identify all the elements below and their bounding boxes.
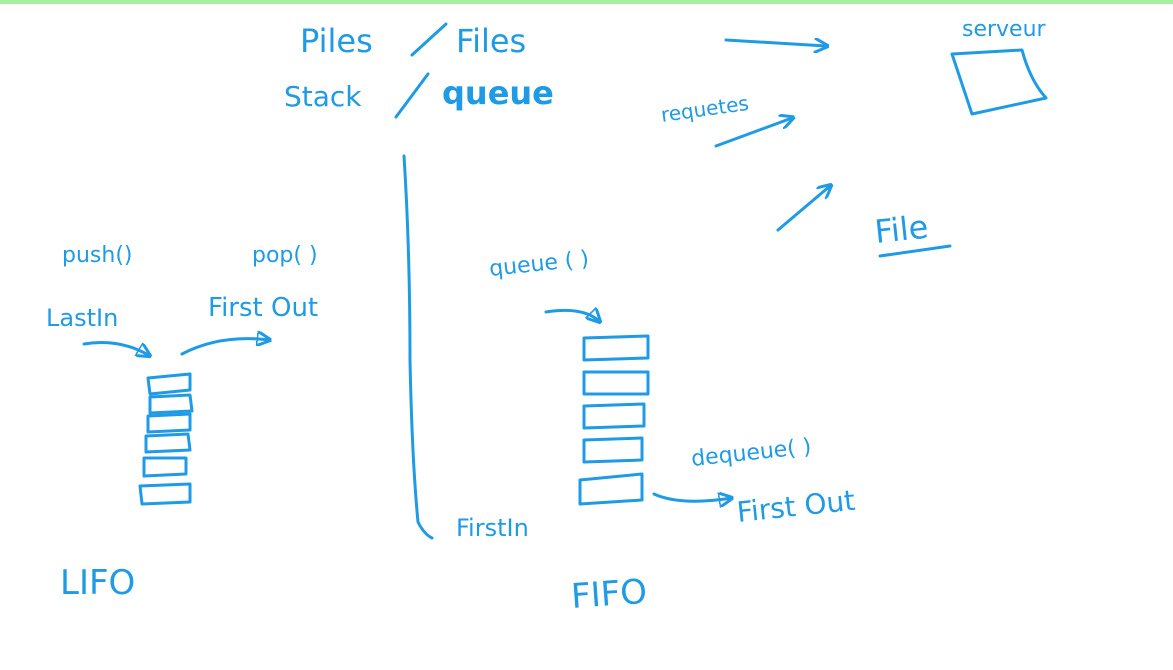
fifo-first-in-label: FirstIn xyxy=(456,514,529,542)
fifo-stack-slot xyxy=(582,436,644,464)
divider-line xyxy=(402,154,434,540)
fifo-dequeue-arrow xyxy=(652,494,732,501)
lifo-pop-label: pop( ) xyxy=(252,243,318,268)
fifo-queue-arrow xyxy=(544,310,600,322)
fifo-stack-slot xyxy=(582,370,650,396)
lifo-stack-slot xyxy=(146,412,192,434)
fifo-queue-label: queue ( ) xyxy=(488,247,590,282)
lifo-title: LIFO xyxy=(60,563,135,603)
lifo-stack-slot xyxy=(146,372,192,396)
arrow-to-server xyxy=(724,40,826,46)
lifo-push-label: push() xyxy=(62,243,132,268)
lifo-stack-slot xyxy=(148,393,194,415)
fifo-title: FIFO xyxy=(570,572,649,617)
lifo-stack-slot xyxy=(144,432,192,454)
title-stack: Stack xyxy=(284,80,362,113)
fifo-stack-slot xyxy=(578,472,644,506)
whiteboard-canvas: Piles Files Stack queue serveur requetes… xyxy=(46,17,1048,617)
requests-arrow xyxy=(714,118,792,148)
server-label: serveur xyxy=(962,17,1047,42)
server-box xyxy=(950,48,1048,116)
lifo-push-arrow xyxy=(82,341,150,357)
lifo-stack-slot xyxy=(142,456,188,478)
file-label: File xyxy=(873,208,930,251)
fifo-stack-slot xyxy=(582,334,650,362)
fifo-first-out-label: First Out xyxy=(735,484,856,529)
lifo-stack xyxy=(138,372,194,506)
fifo-stack-slot xyxy=(582,402,646,430)
title-piles: Piles xyxy=(300,22,373,60)
fifo-stack xyxy=(578,334,650,506)
title-slash-top xyxy=(410,22,448,57)
lifo-pop-arrow xyxy=(180,339,270,356)
requests-arrow-2 xyxy=(776,186,830,232)
fifo-dequeue-label: dequeue( ) xyxy=(690,434,813,471)
lifo-first-out-label: First Out xyxy=(208,293,318,323)
lifo-last-in-label: LastIn xyxy=(46,304,118,332)
title-queue: queue xyxy=(442,74,554,112)
title-files: Files xyxy=(456,22,526,60)
lifo-stack-slot xyxy=(138,482,192,506)
title-slash-bottom xyxy=(394,72,430,119)
requests-label: requetes xyxy=(659,91,750,127)
